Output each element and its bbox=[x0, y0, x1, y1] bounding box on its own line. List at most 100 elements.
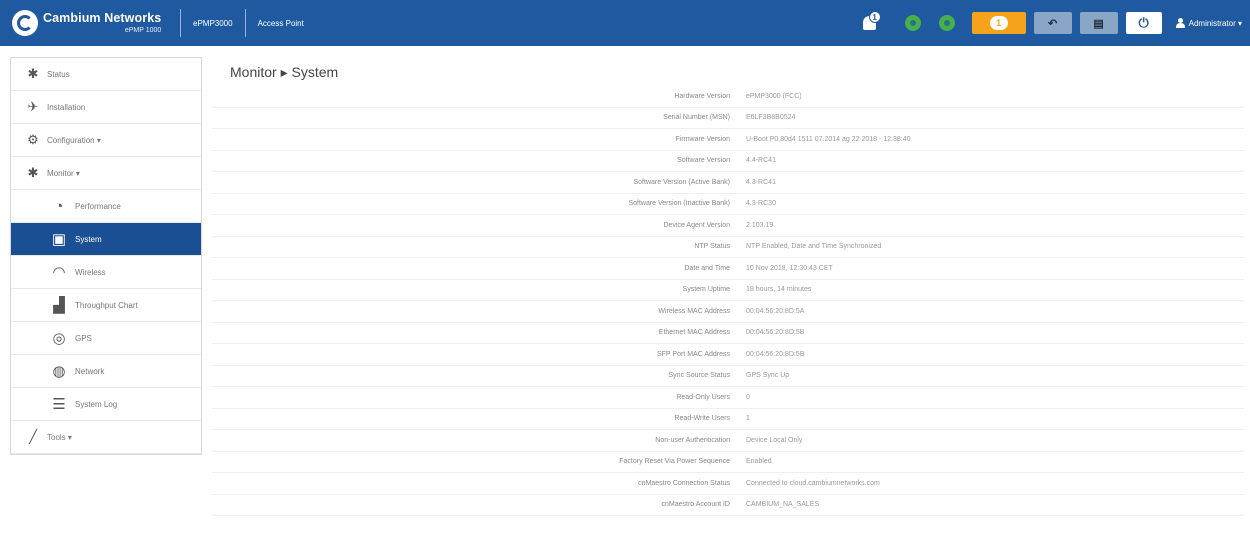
system-info-table: Hardware Version ePMP3000 (FCC) Serial Nu… bbox=[212, 86, 1244, 516]
table-row: Factory Reset Via Power Sequence Enabled bbox=[212, 452, 1244, 473]
row-value: 4.4-RC41 bbox=[746, 157, 776, 165]
sidebar-item-installation[interactable]: ✈ Installation bbox=[11, 91, 201, 124]
reboot-button[interactable]: ⏻ bbox=[1125, 12, 1162, 34]
chevron-down-icon: ▾ bbox=[94, 135, 101, 145]
table-row: Ethernet MAC Address 00:04:56:20:8D:5B bbox=[212, 323, 1244, 344]
user-name: Administrator bbox=[1188, 18, 1236, 28]
row-value: NTP Enabled, Date and Time Synchronized bbox=[746, 243, 882, 251]
chart-icon: ▟ bbox=[53, 297, 65, 314]
alerts-button[interactable]: 1 bbox=[971, 12, 1026, 34]
row-value: Connected to cloud.cambiumnetworks.com bbox=[746, 479, 880, 487]
row-value: 00:04:56:20:8D:5B bbox=[746, 329, 805, 337]
sidebar-item-label: Tools bbox=[47, 432, 66, 442]
row-value: U-Boot P0.80d4 1511 07.2014 ag 22 2018 -… bbox=[746, 135, 911, 143]
row-label: cnMaestro Connection Status bbox=[638, 479, 730, 487]
user-icon bbox=[1175, 18, 1185, 28]
row-label: cnMaestro Account ID bbox=[661, 501, 730, 509]
row-label: Serial Number (MSN) bbox=[663, 114, 730, 122]
undo-button[interactable]: ↶ bbox=[1033, 12, 1072, 34]
row-value: 00:04:56:20:8D:5A bbox=[746, 307, 805, 315]
save-button[interactable]: ▤ bbox=[1079, 12, 1118, 34]
row-label: Firmware Version bbox=[675, 135, 730, 143]
row-value: 4.3-RC41 bbox=[746, 178, 776, 186]
sidebar-item-throughput-chart[interactable]: ▟ Throughput Chart bbox=[11, 289, 201, 322]
sidebar-item-gps[interactable]: ◎ GPS bbox=[11, 322, 201, 355]
status-icon: ✱ bbox=[27, 66, 39, 81]
row-label: Sync Source Status bbox=[668, 372, 730, 380]
globe-icon: ◍ bbox=[52, 363, 66, 380]
sidebar-item-monitor[interactable]: ✱ Monitor ▾ bbox=[11, 157, 201, 190]
table-row: cnMaestro Account ID CAMBIUM_NA_SALES bbox=[212, 495, 1244, 516]
row-value: 1 bbox=[746, 415, 750, 423]
table-row: Software Version (Inactive Bank) 4.3-RC30 bbox=[212, 194, 1244, 215]
row-value: ePMP3000 (FCC) bbox=[746, 92, 802, 100]
row-label: Device Agent Version bbox=[663, 221, 730, 229]
table-row: Date and Time 10 Nov 2018, 12:30:43 CET bbox=[212, 258, 1244, 280]
table-row: Read-Only Users 0 bbox=[212, 387, 1244, 409]
table-row: Software Version 4.4-RC41 bbox=[212, 151, 1244, 172]
sidebar-item-configuration[interactable]: ⚙ Configuration ▾ bbox=[11, 124, 201, 157]
row-value: 4.3-RC30 bbox=[746, 200, 776, 208]
chevron-down-icon: ▾ bbox=[73, 168, 80, 178]
row-label: Wireless MAC Address bbox=[658, 307, 730, 315]
log-icon: ☰ bbox=[52, 396, 66, 413]
sidebar-item-label: Throughput Chart bbox=[75, 300, 138, 310]
table-row: System Uptime 18 hours, 14 minutes bbox=[212, 280, 1244, 301]
brand-logo[interactable]: Cambium Networks ePMP 1000 bbox=[0, 0, 180, 46]
brand-name: Cambium Networks bbox=[43, 11, 162, 26]
table-row: Sync Source Status GPS Sync Up bbox=[212, 366, 1244, 387]
sidebar-item-label: System Log bbox=[75, 399, 118, 409]
sidebar-item-status[interactable]: ✱ Status bbox=[11, 58, 201, 91]
cambium-logo-icon bbox=[12, 10, 38, 36]
row-value: 2.103.19 bbox=[746, 221, 774, 229]
table-row: SFP Port MAC Address 00:04:56:20:8D:5B bbox=[212, 344, 1244, 366]
row-label: Software Version (Active Bank) bbox=[633, 178, 731, 186]
system-icon: ▣ bbox=[51, 231, 67, 248]
wrench-icon: ╱ bbox=[29, 429, 37, 444]
table-row: Wireless MAC Address 00:04:56:20:8D:5A bbox=[212, 301, 1244, 323]
row-value: CAMBIUM_NA_SALES bbox=[746, 501, 820, 509]
top-navbar: Cambium Networks ePMP 1000 ePMP3000 Acce… bbox=[0, 0, 1250, 46]
row-label: Factory Reset Via Power Sequence bbox=[619, 458, 730, 466]
row-value: Device Local Only bbox=[746, 436, 803, 444]
table-row: Read-Write Users 1 bbox=[212, 409, 1244, 430]
sidebar-item-network[interactable]: ◍ Network bbox=[11, 355, 201, 388]
cloud-status-icon[interactable] bbox=[904, 15, 921, 31]
chevron-down-icon: ▾ bbox=[1235, 18, 1242, 28]
sidebar-item-system-log[interactable]: ☰ System Log bbox=[11, 388, 201, 421]
device-model: ePMP3000 bbox=[193, 18, 233, 28]
row-label: Ethernet MAC Address bbox=[658, 329, 730, 337]
user-menu[interactable]: Administrator ▾ bbox=[1175, 18, 1242, 28]
sidebar-item-label: Wireless bbox=[75, 267, 106, 277]
sidebar-item-wireless[interactable]: ◠ Wireless bbox=[11, 256, 201, 289]
notifications-bell-icon[interactable]: 1 bbox=[860, 11, 882, 34]
row-label: Read-Write Users bbox=[674, 415, 731, 423]
table-row: NTP Status NTP Enabled, Date and Time Syn… bbox=[212, 237, 1244, 258]
performance-icon: ◔ bbox=[54, 197, 64, 215]
sidebar-item-label: GPS bbox=[75, 333, 92, 343]
row-label: Non-user Authentication bbox=[655, 436, 730, 444]
monitor-icon: ✱ bbox=[27, 165, 39, 180]
sidebar-item-performance[interactable]: ◔ Performance bbox=[11, 190, 201, 223]
sidebar-item-label: Performance bbox=[75, 201, 121, 211]
table-row: cnMaestro Connection Status Connected to … bbox=[212, 473, 1244, 495]
notification-count-badge: 1 bbox=[868, 11, 881, 23]
sidebar-item-system[interactable]: ▣ System bbox=[11, 223, 201, 256]
sidebar-item-label: Monitor bbox=[47, 168, 74, 178]
gps-status-icon[interactable] bbox=[938, 15, 955, 31]
brand-subtitle: ePMP 1000 bbox=[124, 26, 162, 34]
row-label: NTP Status bbox=[694, 243, 730, 251]
sidebar-item-tools[interactable]: ╱ Tools ▾ bbox=[11, 421, 201, 454]
row-value: E6LF3B8B0524 bbox=[746, 114, 796, 122]
wifi-icon: ◠ bbox=[52, 264, 66, 281]
row-label: Date and Time bbox=[684, 264, 730, 272]
table-row: Hardware Version ePMP3000 (FCC) bbox=[212, 86, 1244, 108]
gps-icon: ◎ bbox=[52, 330, 66, 347]
table-row: Non-user Authentication Device Local Only bbox=[212, 430, 1244, 452]
row-label: SFP Port MAC Address bbox=[656, 350, 730, 358]
row-value: 00:04:56:20:8D:5B bbox=[746, 350, 805, 358]
row-label: Software Version bbox=[677, 157, 730, 165]
row-label: Software Version (Inactive Bank) bbox=[628, 200, 730, 208]
chevron-down-icon: ▾ bbox=[65, 432, 72, 442]
row-label: Hardware Version bbox=[674, 92, 730, 100]
